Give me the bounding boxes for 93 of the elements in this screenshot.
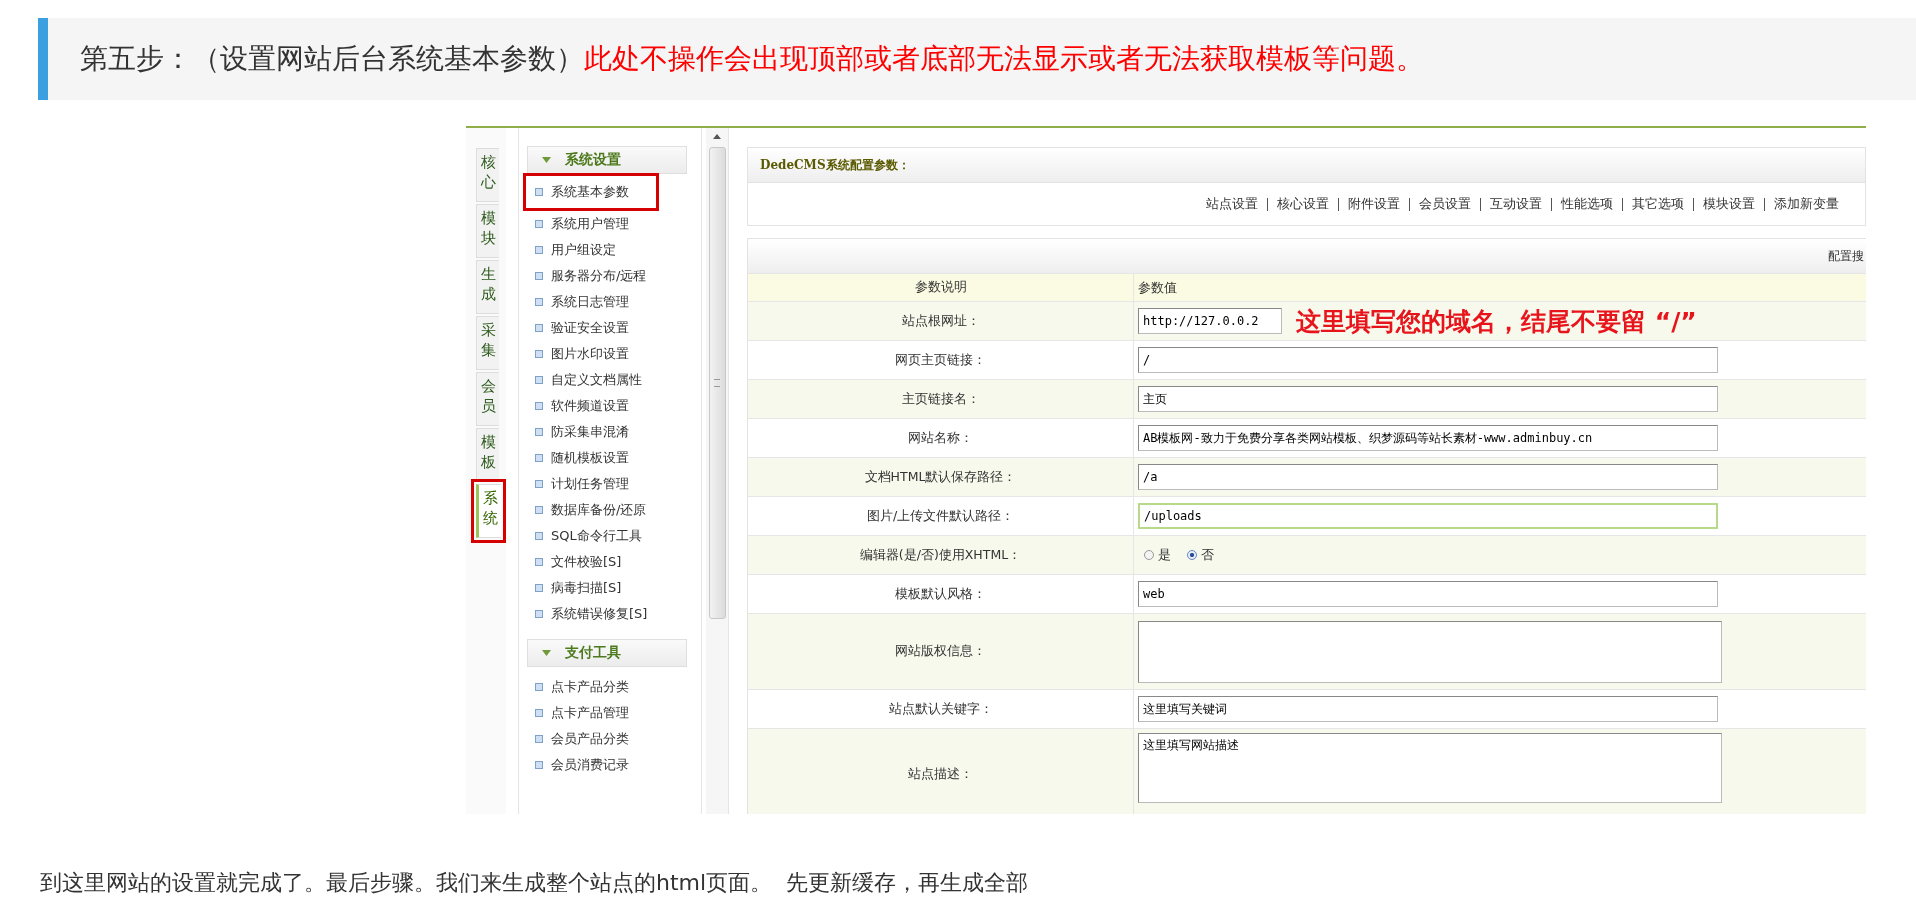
bullet-icon <box>535 324 543 332</box>
field-label: 编辑器(是/否)使用XHTML： <box>748 536 1134 574</box>
nav-link[interactable]: 站点设置 <box>1206 195 1258 213</box>
field-label: 文档HTML默认保存路径： <box>748 458 1134 496</box>
side-tab[interactable]: 模板 <box>476 428 499 482</box>
radio-button[interactable] <box>1187 550 1197 560</box>
radio-button[interactable] <box>1144 550 1154 560</box>
warning-text: 此处不操作会出现顶部或者底部无法显示或者无法获取模板等问题。 <box>584 41 1424 77</box>
bullet-icon <box>535 584 543 592</box>
bullet-icon <box>535 683 543 691</box>
caret-icon <box>542 650 551 656</box>
menu-item[interactable]: 系统基本参数 <box>551 183 629 201</box>
bullet-icon <box>535 709 543 717</box>
bullet-icon <box>535 761 543 769</box>
annotation-text: 这里填写您的域名，结尾不要留 “/” <box>1296 305 1697 338</box>
menu-item[interactable]: 图片水印设置 <box>551 345 629 363</box>
side-tab[interactable]: 会员 <box>476 372 499 426</box>
bullet-icon <box>535 428 543 436</box>
bullet-icon <box>535 188 543 196</box>
bullet-icon <box>535 246 543 254</box>
bullet-icon <box>535 735 543 743</box>
bullet-icon <box>535 506 543 514</box>
menu-item[interactable]: 用户组设定 <box>551 241 616 259</box>
menu-item[interactable]: 随机模板设置 <box>551 449 629 467</box>
bullet-icon <box>535 272 543 280</box>
section-title: 支付工具 <box>565 644 621 662</box>
bullet-icon <box>535 454 543 462</box>
bullet-icon <box>535 480 543 488</box>
step-heading: 第五步：（设置网站后台系统基本参数） <box>80 41 584 77</box>
bullet-icon <box>535 610 543 618</box>
input-field[interactable]: /a <box>1138 464 1718 490</box>
table-caption: 配置搜 <box>1828 247 1864 265</box>
scroll-thumb[interactable] <box>708 147 726 619</box>
input-field[interactable]: 这里填写关键词 <box>1138 696 1718 722</box>
panel-title: DedeCMS系统配置参数： <box>760 156 910 174</box>
menu-item[interactable]: 数据库备份/还原 <box>551 501 647 519</box>
side-tab[interactable]: 采集 <box>476 316 499 370</box>
menu-section-header[interactable]: 系统设置 <box>527 146 687 174</box>
bullet-icon <box>535 558 543 566</box>
side-tab[interactable]: 核心 <box>476 148 499 202</box>
field-label: 站点描述： <box>748 729 1134 814</box>
bullet-icon <box>535 376 543 384</box>
paragraph: 到这里网站的设置就完成了。最后步骤。我们来生成整个站点的html页面。 先更新缓存，再生成全部 <box>40 869 1030 897</box>
bullet-icon <box>535 532 543 540</box>
text-area[interactable]: 这里填写网站描述 <box>1138 733 1722 803</box>
radio-label[interactable]: 否 <box>1201 546 1214 564</box>
nav-link[interactable]: 互动设置 <box>1490 195 1542 213</box>
field-label: 站点根网址： <box>748 302 1134 340</box>
nav-link[interactable]: 附件设置 <box>1348 195 1400 213</box>
scrollbar[interactable] <box>706 128 729 814</box>
menu-item[interactable]: 点卡产品分类 <box>551 678 629 696</box>
input-field[interactable]: / <box>1138 347 1718 373</box>
menu-item[interactable]: 系统用户管理 <box>551 215 629 233</box>
menu-item[interactable]: 文件校验[S] <box>551 553 622 571</box>
menu-item[interactable]: 软件频道设置 <box>551 397 629 415</box>
text-area[interactable] <box>1138 620 1722 683</box>
menu-item[interactable]: 会员产品分类 <box>551 730 629 748</box>
bullet-icon <box>535 350 543 358</box>
menu-item[interactable]: 点卡产品管理 <box>551 704 629 722</box>
field-label: 网站版权信息： <box>748 614 1134 689</box>
menu-item[interactable]: 自定义文档属性 <box>551 371 642 389</box>
bullet-icon <box>535 220 543 228</box>
radio-label[interactable]: 是 <box>1158 546 1171 564</box>
nav-link[interactable]: 核心设置 <box>1277 195 1329 213</box>
menu-item[interactable]: SQL命令行工具 <box>551 527 642 545</box>
menu-item[interactable]: 验证安全设置 <box>551 319 629 337</box>
scroll-up-icon[interactable] <box>713 134 721 139</box>
side-tab[interactable]: 模块 <box>476 204 499 258</box>
side-tab[interactable]: 生成 <box>476 260 499 314</box>
nav-link[interactable]: 模块设置 <box>1703 195 1755 213</box>
input-field[interactable]: 主页 <box>1138 386 1718 412</box>
menu-item[interactable]: 病毒扫描[S] <box>551 579 622 597</box>
menu-item[interactable]: 系统日志管理 <box>551 293 629 311</box>
input-field[interactable]: web <box>1138 581 1718 607</box>
bullet-icon <box>535 402 543 410</box>
input-field[interactable]: /uploads <box>1138 503 1718 529</box>
field-label: 主页链接名： <box>748 380 1134 418</box>
section-title: 系统设置 <box>565 151 621 169</box>
nav-link[interactable]: 添加新变量 <box>1774 195 1839 213</box>
caret-icon <box>542 157 551 163</box>
column-header: 参数值 <box>1137 278 1178 297</box>
bullet-icon <box>535 298 543 306</box>
menu-item[interactable]: 计划任务管理 <box>551 475 629 493</box>
nav-link[interactable]: 其它选项 <box>1632 195 1684 213</box>
menu-item[interactable]: 系统错误修复[S] <box>551 605 648 623</box>
menu-item[interactable]: 服务器分布/远程 <box>551 267 647 285</box>
menu-item[interactable]: 防采集串混淆 <box>551 423 629 441</box>
menu-section-header[interactable]: 支付工具 <box>527 639 687 667</box>
input-field[interactable]: AB模板网-致力于免费分享各类网站模板、织梦源码等站长素材-www.adminbuy.cn <box>1138 425 1718 451</box>
input-field[interactable]: http://127.0.0.2 <box>1138 308 1282 334</box>
nav-link[interactable]: 性能选项 <box>1561 195 1613 213</box>
nav-link[interactable]: 会员设置 <box>1419 195 1471 213</box>
menu-item[interactable]: 会员消费记录 <box>551 756 629 774</box>
